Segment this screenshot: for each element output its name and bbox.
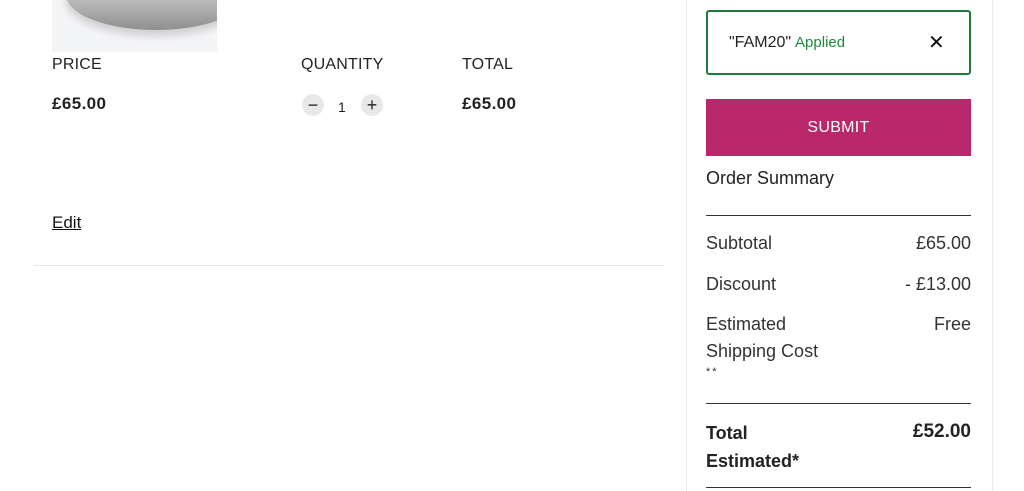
quantity-increase-button[interactable]: + [361,94,383,116]
item-price: £65.00 [52,94,107,113]
quantity-value: 1 [338,99,346,115]
promo-code-text: "FAM20" Applied [729,34,845,52]
shipping-label-line1: Estimated [706,314,787,334]
total-estimated-value: £52.00 [912,421,971,442]
shipping-label-line2: Shipping Cost [706,341,819,361]
plus-icon: + [366,95,378,115]
promo-status: Applied [795,34,846,51]
discount-value: - £13.00 [904,274,971,294]
item-divider [34,265,664,266]
price-column-label: PRICE [52,56,102,73]
subtotal-label: Subtotal [706,233,773,253]
submit-button[interactable]: SUBMIT [706,99,971,156]
promo-code-value: "FAM20" [729,34,792,51]
item-total: £65.00 [462,94,517,113]
shipping-value: Free [933,314,971,334]
quantity-decrease-button[interactable]: − [302,94,324,116]
total-label-line1: Total [706,423,748,443]
discount-label: Discount [706,274,777,294]
summary-divider-top [706,215,971,216]
total-column-label: TOTAL [462,56,514,73]
minus-icon: − [307,95,319,115]
product-image[interactable] [52,0,217,52]
promo-code-box: "FAM20" Applied ✕ [706,10,971,75]
shipping-label: Estimated Shipping Cost [706,311,818,365]
order-summary-title: Order Summary [706,168,835,188]
summary-divider-end [706,487,971,488]
quantity-column-label: QUANTITY [301,56,384,73]
product-photo [66,0,217,30]
total-estimated-label: Total Estimated* [706,419,836,475]
edit-link[interactable]: Edit [52,213,81,233]
summary-divider-bottom [706,403,971,404]
shipping-note: ** [706,366,719,378]
subtotal-value: £65.00 [915,233,971,253]
total-label-line2: Estimated* [706,451,800,471]
remove-promo-close-icon[interactable]: ✕ [928,30,945,55]
